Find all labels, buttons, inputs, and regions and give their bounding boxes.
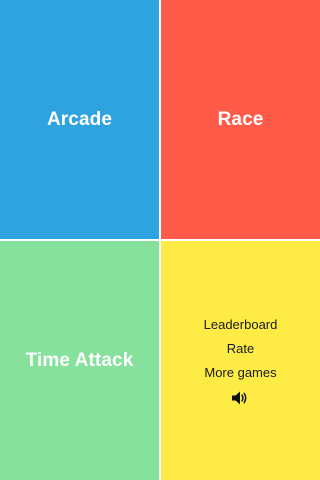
time-attack-label: Time Attack — [25, 349, 134, 371]
race-label: Race — [217, 108, 264, 130]
menu-list: Leaderboard Rate More games — [204, 313, 278, 407]
speaker-icon[interactable] — [230, 389, 250, 407]
leaderboard-button[interactable]: Leaderboard — [204, 313, 278, 337]
speaker-icon-svg — [232, 391, 247, 404]
time-attack-tile[interactable]: Time Attack — [0, 241, 159, 480]
race-tile[interactable]: Race — [161, 0, 320, 239]
mode-grid: Arcade Race Time Attack Leaderboard Rate… — [0, 0, 320, 480]
more-games-button[interactable]: More games — [204, 361, 276, 385]
menu-tile: Leaderboard Rate More games — [161, 241, 320, 480]
arcade-tile[interactable]: Arcade — [0, 0, 159, 239]
arcade-label: Arcade — [46, 108, 113, 130]
rate-button[interactable]: Rate — [227, 337, 254, 361]
